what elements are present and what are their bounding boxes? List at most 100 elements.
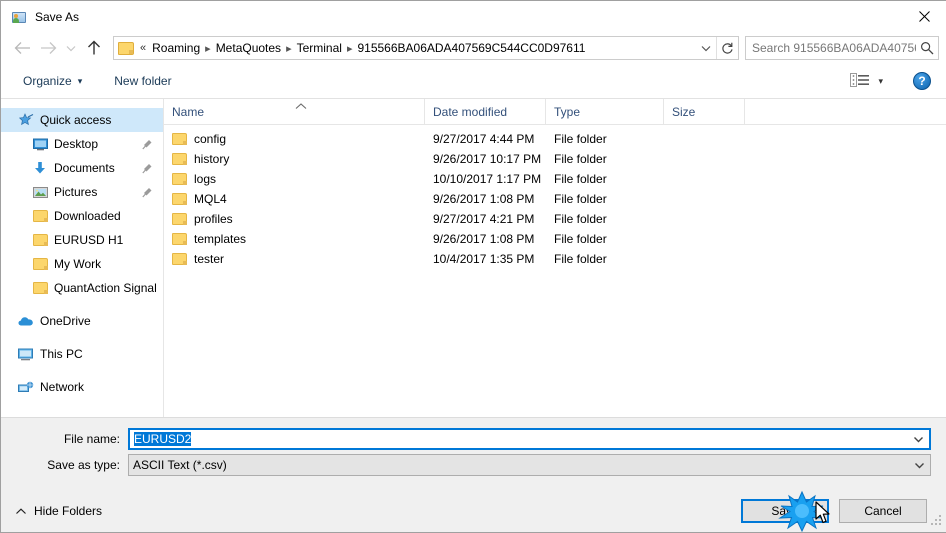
file-date: 10/4/2017 1:35 PM (433, 252, 535, 266)
breadcrumb-item-instance[interactable]: 915566BA06ADA407569C544CC0D97611 (353, 40, 589, 56)
column-headers: Name Date modified Type Size (164, 99, 946, 125)
address-bar[interactable]: « Roaming ▸ MetaQuotes ▸ Terminal ▸ 9155… (113, 36, 739, 60)
up-button[interactable] (81, 35, 107, 61)
chevron-down-icon: ▾ (878, 75, 883, 86)
sidebar-item-onedrive[interactable]: OneDrive (1, 309, 163, 333)
column-header-label: Date modified (433, 104, 508, 119)
recent-locations-button[interactable] (61, 35, 81, 61)
save-as-type-label: Save as type: (47, 458, 120, 472)
footer-buttons: Save Cancel (741, 498, 927, 523)
sidebar-item-my-work[interactable]: My Work (1, 252, 163, 276)
file-date: 9/27/2017 4:44 PM (433, 132, 535, 146)
forward-arrow-icon (40, 42, 56, 54)
cancel-button[interactable]: Cancel (839, 498, 927, 523)
sidebar-item-label: This PC (40, 347, 83, 361)
address-dropdown-button[interactable] (696, 37, 716, 59)
file-date: 9/27/2017 4:21 PM (433, 212, 535, 226)
breadcrumb-separator[interactable]: ▸ (346, 42, 354, 55)
file-name: MQL4 (194, 192, 227, 206)
file-name: config (194, 132, 227, 146)
breadcrumb-separator[interactable]: ▸ (285, 42, 293, 55)
pictures-icon (31, 186, 49, 199)
table-row[interactable]: history 9/26/2017 10:17 PM File folder (164, 149, 946, 169)
dialog-body: Quick access Desktop Documents Pictures … (1, 99, 946, 417)
file-name-combobox[interactable]: EURUSD2 (128, 428, 931, 450)
file-date: 10/10/2017 1:17 PM (433, 172, 542, 186)
sidebar-item-label: QuantAction Signal (54, 281, 157, 295)
view-options-button[interactable]: ▾ (842, 69, 891, 93)
refresh-button[interactable] (716, 37, 738, 59)
search-icon (916, 41, 938, 55)
hide-folders-button[interactable]: Hide Folders (15, 504, 102, 518)
forward-button[interactable] (35, 35, 61, 61)
column-header-name[interactable]: Name (164, 99, 425, 125)
sidebar-item-downloaded[interactable]: Downloaded (1, 204, 163, 228)
column-header-date-modified[interactable]: Date modified (425, 99, 546, 125)
breadcrumb-item-metaquotes[interactable]: MetaQuotes (212, 40, 285, 56)
table-row[interactable]: config 9/27/2017 4:44 PM File folder (164, 129, 946, 149)
sidebar-item-documents[interactable]: Documents (1, 156, 163, 180)
chevron-down-icon: ▾ (77, 75, 83, 86)
this-pc-monitor-icon (17, 348, 35, 361)
documents-download-icon (31, 161, 49, 175)
chevron-down-icon (914, 462, 924, 468)
network-icon (17, 381, 35, 394)
breadcrumb-overflow[interactable]: « (138, 42, 148, 54)
file-list-pane[interactable]: Name Date modified Type Size config 9/27… (164, 99, 946, 417)
save-as-type-dropdown-button[interactable] (908, 462, 930, 469)
organize-button[interactable]: Organize ▾ (15, 70, 90, 92)
file-name-label: File name: (63, 432, 120, 446)
sidebar-item-desktop[interactable]: Desktop (1, 132, 163, 156)
save-as-type-combobox[interactable]: ASCII Text (*.csv) (128, 454, 931, 476)
list-view-icon (850, 73, 870, 89)
file-date: 9/26/2017 1:08 PM (433, 192, 535, 206)
file-name-input[interactable]: EURUSD2 (130, 432, 907, 446)
sidebar-item-label: Network (40, 380, 85, 394)
folder-icon (31, 210, 49, 222)
file-type: File folder (554, 152, 607, 166)
breadcrumb-item-roaming[interactable]: Roaming (148, 40, 204, 56)
table-row[interactable]: templates 9/26/2017 1:08 PM File folder (164, 229, 946, 249)
breadcrumb[interactable]: « Roaming ▸ MetaQuotes ▸ Terminal ▸ 9155… (114, 40, 696, 56)
new-folder-button[interactable]: New folder (106, 70, 179, 92)
breadcrumb-separator[interactable]: ▸ (204, 42, 212, 55)
sidebar-item-quick-access[interactable]: Quick access (1, 108, 163, 132)
help-button[interactable]: ? (913, 72, 931, 90)
column-header-size[interactable]: Size (664, 99, 745, 125)
table-row[interactable]: tester 10/4/2017 1:35 PM File folder (164, 249, 946, 269)
new-folder-label: New folder (114, 74, 172, 88)
sidebar-item-label: Pictures (54, 185, 98, 199)
table-row[interactable]: MQL4 9/26/2017 1:08 PM File folder (164, 189, 946, 209)
close-icon (918, 11, 930, 22)
sidebar-item-network[interactable]: Network (1, 375, 163, 399)
folder-icon (172, 173, 187, 185)
sidebar-item-eurusd-h1[interactable]: EURUSD H1 (1, 228, 163, 252)
save-button[interactable]: Save (741, 498, 829, 523)
search-input[interactable] (746, 41, 916, 55)
resize-grip[interactable] (931, 514, 943, 529)
table-row[interactable]: logs 10/10/2017 1:17 PM File folder (164, 169, 946, 189)
file-name-cell: logs (164, 172, 425, 186)
column-header-label: Type (554, 104, 581, 119)
file-type: File folder (554, 132, 607, 146)
file-type: File folder (554, 192, 607, 206)
sidebar-item-pictures[interactable]: Pictures (1, 180, 163, 204)
file-name: profiles (194, 212, 233, 226)
sidebar-item-quantaction-signal[interactable]: QuantAction Signal (1, 276, 163, 300)
chevron-down-icon (66, 45, 76, 51)
column-header-label: Name (172, 104, 205, 119)
file-type: File folder (554, 232, 607, 246)
hide-folders-label: Hide Folders (34, 503, 103, 518)
column-header-type[interactable]: Type (546, 99, 664, 125)
search-box[interactable] (745, 36, 939, 60)
file-name-dropdown-button[interactable] (907, 436, 929, 443)
table-row[interactable]: profiles 9/27/2017 4:21 PM File folder (164, 209, 946, 229)
desktop-icon (31, 138, 49, 151)
back-button[interactable] (9, 35, 35, 61)
breadcrumb-item-terminal[interactable]: Terminal (293, 40, 346, 56)
file-name: templates (194, 232, 247, 246)
navigation-pane[interactable]: Quick access Desktop Documents Pictures … (1, 99, 164, 417)
close-button[interactable] (901, 1, 946, 32)
save-label: Save (771, 503, 799, 518)
sidebar-item-this-pc[interactable]: This PC (1, 342, 163, 366)
